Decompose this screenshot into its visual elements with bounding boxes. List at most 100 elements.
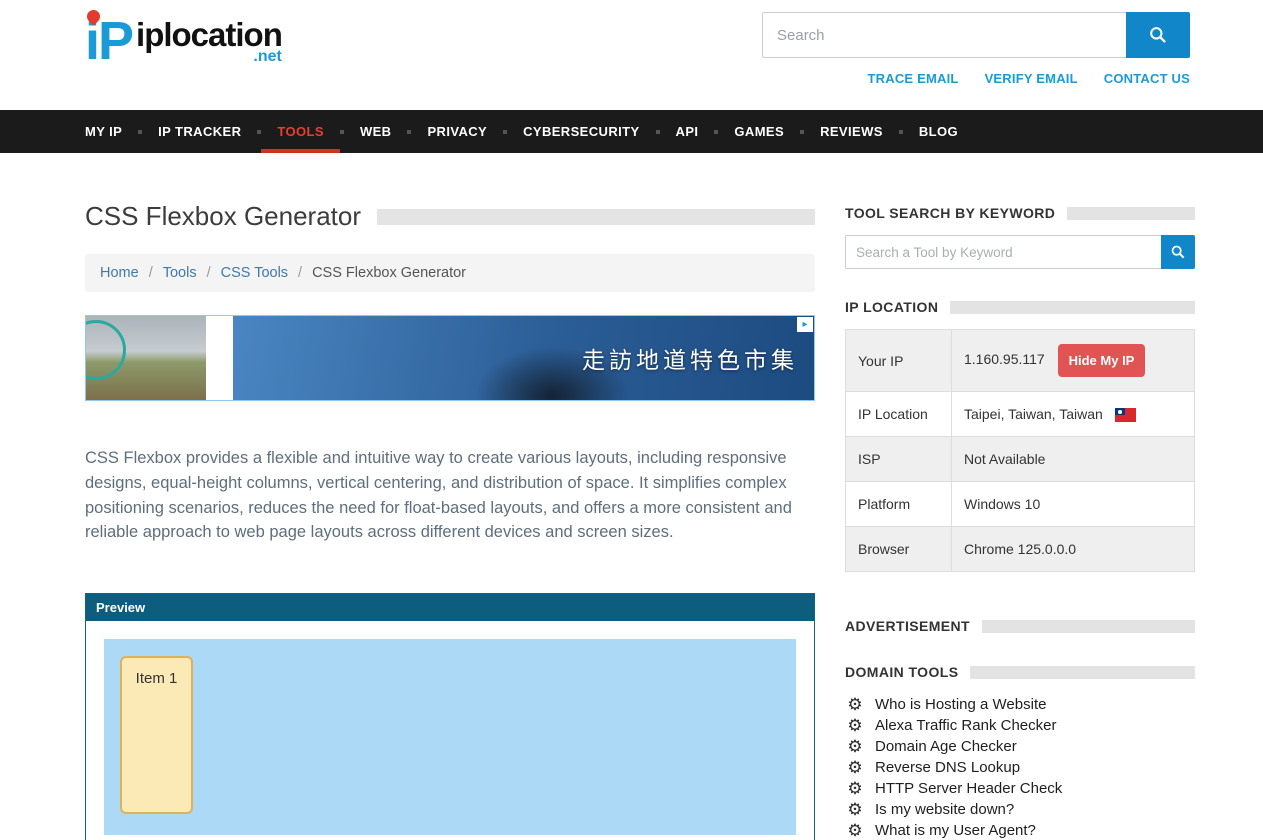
gear-icon: ⚙ [845, 759, 865, 776]
nav-item-web[interactable]: WEB [344, 110, 408, 153]
header-right: TRACE EMAIL VERIFY EMAIL CONTACT US [762, 12, 1190, 86]
list-item: ⚙ Who is Hosting a Website [845, 694, 1195, 715]
flex-preview-item: Item 1 [120, 656, 193, 814]
list-item: ⚙ HTTP Server Header Check [845, 778, 1195, 799]
main-nav: MY IP IP TRACKER TOOLS WEB PRIVACY CYBER… [0, 110, 1263, 153]
breadcrumb-home[interactable]: Home [100, 265, 139, 281]
ad-banner[interactable]: 走訪地道特色市集 ▸ [85, 315, 815, 401]
isp-value: Not Available [952, 437, 1195, 482]
sidebar: TOOL SEARCH BY KEYWORD IP LOCATION Your … [845, 153, 1195, 840]
heading-decorative-bar [982, 620, 1195, 633]
tool-search [845, 235, 1195, 269]
platform-value: Windows 10 [952, 482, 1195, 527]
browser-value: Chrome 125.0.0.0 [952, 527, 1195, 572]
row-label: IP Location [846, 392, 952, 437]
list-item: ⚙ What is my User Agent? [845, 820, 1195, 840]
domain-tool-link-website-down[interactable]: Is my website down? [875, 801, 1014, 818]
preview-panel: Preview Item 1 [85, 593, 815, 840]
tool-search-heading-row: TOOL SEARCH BY KEYWORD [845, 205, 1195, 221]
ip-location-value: Taipei, Taiwan, Taiwan [964, 406, 1103, 422]
site-header: iP iplocation .net TRACE EMAIL VERIFY EM… [0, 0, 1263, 110]
row-label: Platform [846, 482, 952, 527]
row-value-cell: Taipei, Taiwan, Taiwan [952, 392, 1195, 437]
main-column: CSS Flexbox Generator Home / Tools / CSS… [85, 153, 815, 840]
tool-search-button[interactable] [1161, 235, 1195, 269]
header-links: TRACE EMAIL VERIFY EMAIL CONTACT US [762, 71, 1190, 86]
heading-decorative-bar [1067, 207, 1195, 220]
logo-name: iplocation [136, 18, 282, 51]
domain-tool-link-user-agent[interactable]: What is my User Agent? [875, 822, 1036, 839]
breadcrumb-separator: / [207, 265, 211, 281]
breadcrumb-separator: / [298, 265, 302, 281]
breadcrumb-tools[interactable]: Tools [163, 265, 197, 281]
gear-icon: ⚙ [845, 738, 865, 755]
nav-item-cybersecurity[interactable]: CYBERSECURITY [507, 110, 655, 153]
domain-tool-link-http-header[interactable]: HTTP Server Header Check [875, 780, 1062, 797]
tool-search-heading: TOOL SEARCH BY KEYWORD [845, 205, 1055, 221]
page-title: CSS Flexbox Generator [85, 201, 361, 232]
header-search-input[interactable] [762, 12, 1126, 58]
nav-item-blog[interactable]: BLOG [903, 110, 974, 153]
gear-icon: ⚙ [845, 717, 865, 734]
list-item: ⚙ Reverse DNS Lookup [845, 757, 1195, 778]
nav-item-my-ip[interactable]: MY IP [85, 110, 138, 153]
row-label: Browser [846, 527, 952, 572]
ip-location-heading: IP LOCATION [845, 299, 938, 315]
ad-choices-icon[interactable]: ▸ [797, 317, 813, 332]
list-item: ⚙ Is my website down? [845, 799, 1195, 820]
domain-tool-link-reverse-dns[interactable]: Reverse DNS Lookup [875, 759, 1020, 776]
nav-item-ip-tracker[interactable]: IP TRACKER [142, 110, 257, 153]
ad-caption: 走訪地道特色市集 [582, 341, 798, 375]
table-row-ip-location: IP Location Taipei, Taiwan, Taiwan [846, 392, 1195, 437]
table-row-browser: Browser Chrome 125.0.0.0 [846, 527, 1195, 572]
preview-header-label: Preview [86, 594, 814, 621]
gear-icon: ⚙ [845, 780, 865, 797]
list-item: ⚙ Domain Age Checker [845, 736, 1195, 757]
ad-left-image [86, 316, 206, 400]
domain-tools-heading: DOMAIN TOOLS [845, 664, 958, 680]
domain-tool-link-hosting[interactable]: Who is Hosting a Website [875, 696, 1046, 713]
ip-location-table: Your IP 1.160.95.117 Hide My IP IP Locat… [845, 329, 1195, 572]
header-search-button[interactable] [1126, 12, 1190, 58]
row-value-cell: 1.160.95.117 Hide My IP [952, 330, 1195, 392]
hide-my-ip-button[interactable]: Hide My IP [1058, 344, 1146, 377]
tool-search-input[interactable] [845, 235, 1161, 269]
taiwan-flag-icon [1115, 408, 1136, 422]
table-row-isp: ISP Not Available [846, 437, 1195, 482]
domain-tool-link-alexa-rank[interactable]: Alexa Traffic Rank Checker [875, 717, 1056, 734]
nav-item-privacy[interactable]: PRIVACY [411, 110, 503, 153]
heading-decorative-bar [950, 301, 1195, 314]
breadcrumb-separator: / [149, 265, 153, 281]
search-icon [1148, 25, 1168, 45]
logo-ip-monogram: iP [85, 14, 134, 68]
contact-us-link[interactable]: CONTACT US [1104, 71, 1190, 86]
search-icon [1170, 244, 1186, 260]
logo-text: iplocation .net [136, 18, 282, 65]
row-label: Your IP [846, 330, 952, 392]
nav-item-games[interactable]: GAMES [718, 110, 800, 153]
row-label: ISP [846, 437, 952, 482]
title-decorative-bar [377, 209, 815, 225]
nav-item-tools[interactable]: TOOLS [261, 110, 340, 153]
table-row-your-ip: Your IP 1.160.95.117 Hide My IP [846, 330, 1195, 392]
trace-email-link[interactable]: TRACE EMAIL [868, 71, 959, 86]
title-row: CSS Flexbox Generator [85, 201, 815, 232]
site-logo[interactable]: iP iplocation .net [85, 14, 282, 68]
breadcrumb-css-tools[interactable]: CSS Tools [221, 265, 288, 281]
advertisement-heading: ADVERTISEMENT [845, 618, 970, 634]
advertisement-heading-row: ADVERTISEMENT [845, 618, 1195, 634]
verify-email-link[interactable]: VERIFY EMAIL [985, 71, 1078, 86]
header-search [762, 12, 1190, 58]
domain-tools-list: ⚙ Who is Hosting a Website ⚙ Alexa Traff… [845, 694, 1195, 840]
your-ip-value: 1.160.95.117 [964, 351, 1045, 367]
page-content: CSS Flexbox Generator Home / Tools / CSS… [0, 153, 1263, 840]
domain-tool-link-domain-age[interactable]: Domain Age Checker [875, 738, 1017, 755]
nav-item-reviews[interactable]: REVIEWS [804, 110, 899, 153]
breadcrumb: Home / Tools / CSS Tools / CSS Flexbox G… [85, 254, 815, 292]
tool-description: CSS Flexbox provides a flexible and intu… [85, 446, 815, 545]
nav-item-api[interactable]: API [660, 110, 715, 153]
domain-tools-heading-row: DOMAIN TOOLS [845, 664, 1195, 680]
heading-decorative-bar [970, 666, 1195, 679]
gear-icon: ⚙ [845, 822, 865, 839]
gear-icon: ⚙ [845, 696, 865, 713]
